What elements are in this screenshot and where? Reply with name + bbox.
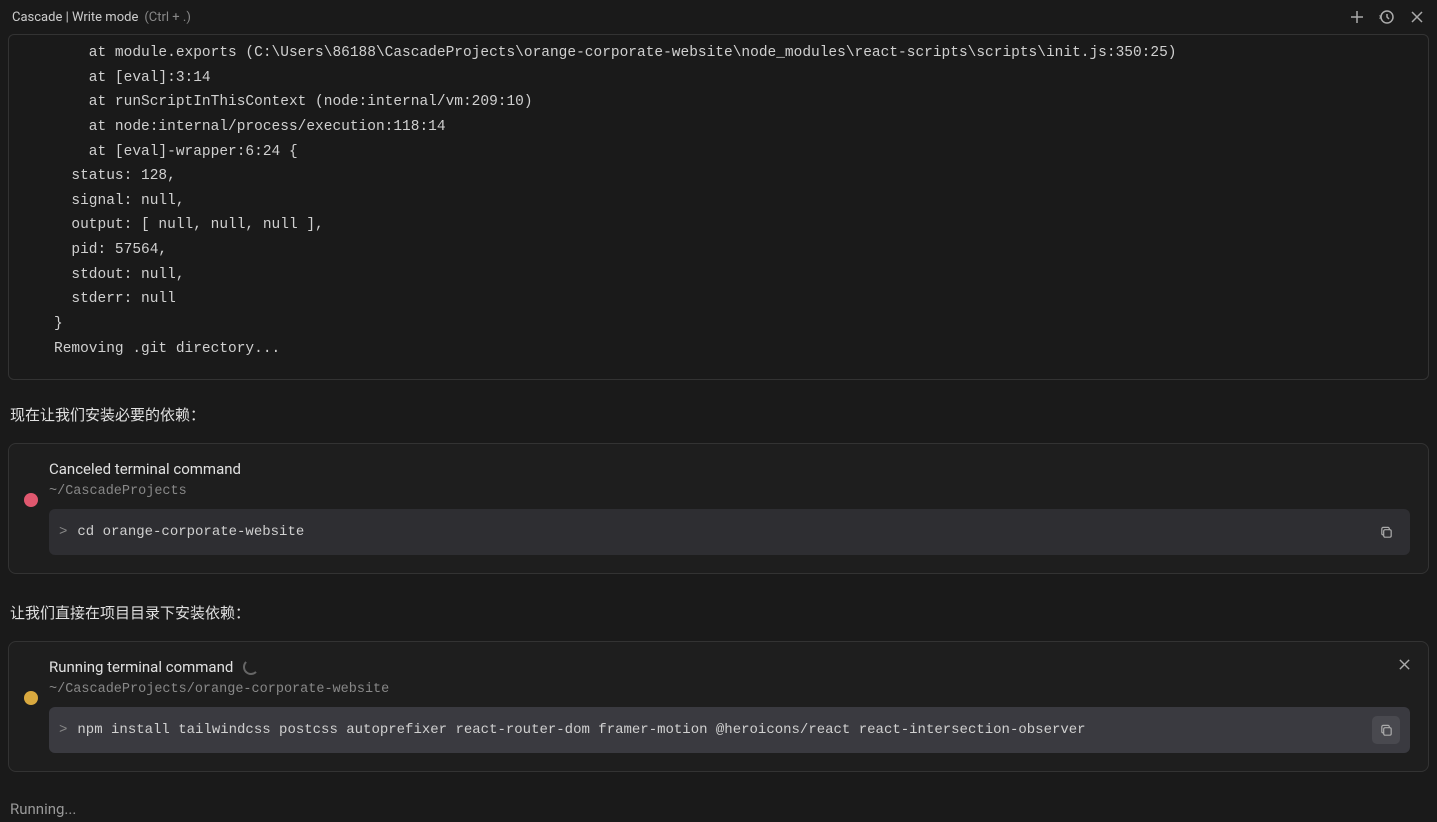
status-dot-running <box>24 691 38 705</box>
command-path-2: ~/CascadeProjects/orange-corporate-websi… <box>49 682 1410 697</box>
history-icon[interactable] <box>1379 9 1395 25</box>
new-icon[interactable] <box>1349 9 1365 25</box>
command-header-running: Running terminal command <box>49 658 1410 676</box>
terminal-output-block: at module.exports (C:\Users\86188\Cascad… <box>8 34 1429 380</box>
more-icon[interactable] <box>1409 9 1425 25</box>
command-status-title: Running terminal command <box>49 658 233 676</box>
command-row-1: > cd orange-corporate-website <box>49 509 1410 555</box>
command-text-1: cd orange-corporate-website <box>77 524 1362 540</box>
prompt-symbol: > <box>59 524 67 540</box>
copy-button[interactable] <box>1372 716 1400 744</box>
running-command-block: Running terminal command ~/CascadeProjec… <box>8 641 1429 772</box>
status-dot-canceled <box>24 493 38 507</box>
command-path-1: ~/CascadeProjects <box>49 484 1410 499</box>
narration-text-1: 现在让我们安装必要的依赖： <box>8 400 1429 443</box>
header-actions <box>1349 9 1425 25</box>
command-row-2: > npm install tailwindcss postcss autopr… <box>49 707 1410 753</box>
copy-button[interactable] <box>1372 518 1400 546</box>
footer-status: Running... <box>8 796 1429 822</box>
close-icon[interactable] <box>1394 654 1414 674</box>
canceled-command-block: Canceled terminal command ~/CascadeProje… <box>8 443 1429 574</box>
app-title: Cascade | Write mode <box>12 10 138 25</box>
prompt-symbol: > <box>59 722 67 738</box>
header-title-area: Cascade | Write mode (Ctrl + .) <box>12 10 191 25</box>
terminal-output: at module.exports (C:\Users\86188\Cascad… <box>9 35 1428 379</box>
narration-text-2: 让我们直接在项目目录下安装依赖： <box>8 598 1429 641</box>
command-status-title: Canceled terminal command <box>49 460 241 478</box>
shortcut-hint: (Ctrl + .) <box>144 10 191 25</box>
command-header-canceled: Canceled terminal command <box>49 460 1410 478</box>
main-content: at module.exports (C:\Users\86188\Cascad… <box>0 34 1437 822</box>
command-text-2: npm install tailwindcss postcss autopref… <box>77 722 1362 738</box>
header: Cascade | Write mode (Ctrl + .) <box>0 0 1437 34</box>
spinner-icon <box>243 659 259 675</box>
